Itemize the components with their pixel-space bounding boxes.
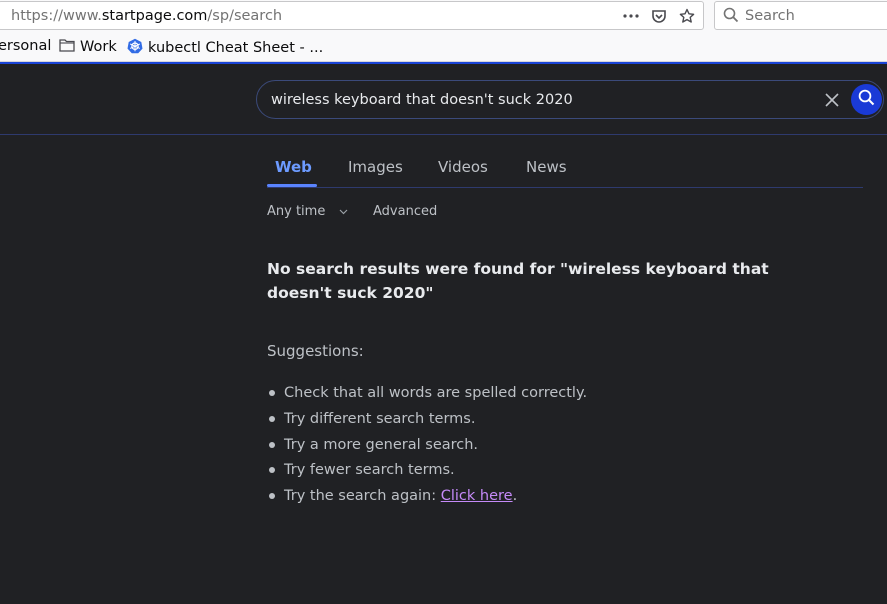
search-input[interactable] [271,89,811,111]
bookmark-label: Work [80,39,117,55]
pocket-icon[interactable] [649,6,669,26]
clear-icon[interactable] [822,90,842,110]
search-icon [858,89,875,110]
chevron-down-icon [339,204,348,219]
advanced-filter-link[interactable]: Advanced [373,204,437,219]
retry-suffix: . [512,488,518,505]
search-tabs: Web Images Videos News [267,150,863,188]
bookmark-label: ersonal [0,38,52,54]
active-tab-indicator [267,184,317,187]
tab-videos[interactable]: Videos [438,158,488,176]
list-item: Try a more general search. [267,434,587,460]
url-bar[interactable]: https://www.startpage.com/sp/search [0,1,704,30]
tab-web[interactable]: Web [275,158,312,176]
url-domain: startpage.com [101,8,208,24]
no-results-message: No search results were found for "wirele… [267,260,769,302]
browser-search-placeholder: Search [745,8,795,24]
startpage-header [0,64,887,135]
search-icon [723,7,739,27]
url-path: /sp/search [207,8,283,24]
search-box[interactable] [256,80,884,119]
time-filter-label: Any time [267,204,326,219]
bookmark-kubectl[interactable]: kubectl Cheat Sheet - ... [127,38,323,58]
list-item: Check that all words are spelled correct… [267,382,587,408]
url-prefix: https://www. [11,8,102,24]
suggestions-list: Check that all words are spelled correct… [267,382,587,511]
tab-images[interactable]: Images [348,158,403,176]
browser-toolbar: https://www.startpage.com/sp/search Sear… [0,0,887,32]
bookmark-personal[interactable]: ersonal [0,38,51,54]
bookmark-folder-work[interactable]: Work [59,38,117,56]
time-filter-dropdown[interactable]: Any time [267,204,348,219]
suggestions-heading: Suggestions: [267,342,364,360]
list-item: Try the search again: Click here. [267,485,587,511]
bookmarks-toolbar: ersonal Work kubectl Cheat Sheet - ... [0,32,887,62]
browser-search-bar[interactable]: Search [714,1,887,30]
retry-search-link[interactable]: Click here [441,488,513,504]
folder-icon [59,38,75,56]
list-item: Try different search terms. [267,408,587,434]
retry-prefix: Try the search again: [284,488,441,505]
tab-news[interactable]: News [526,158,567,176]
url-text[interactable]: https://www.startpage.com/sp/search [11,8,282,24]
bookmark-star-icon[interactable] [677,6,697,26]
bookmark-label: kubectl Cheat Sheet - ... [148,40,324,56]
kubernetes-icon [127,38,143,58]
search-button[interactable] [851,84,882,115]
page-actions-icon[interactable] [621,6,641,26]
list-item: Try fewer search terms. [267,459,587,485]
